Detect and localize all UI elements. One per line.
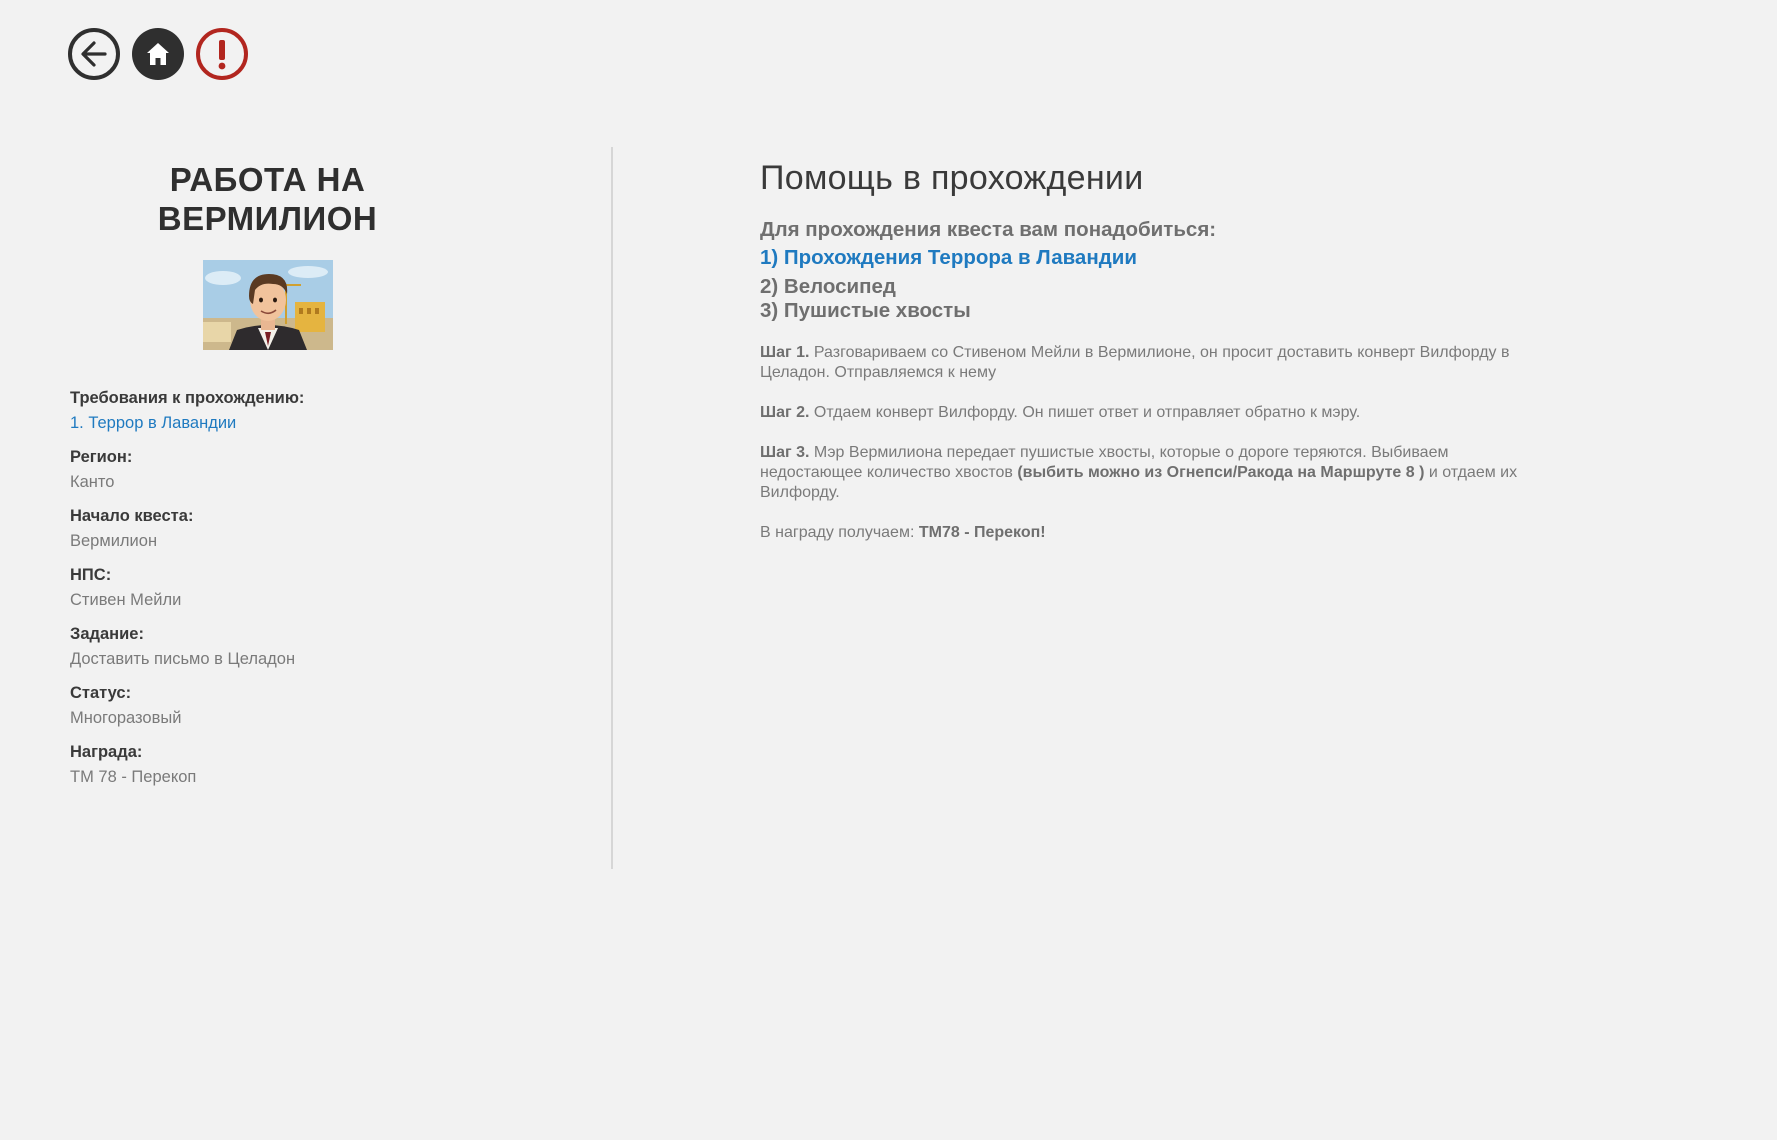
task-value: Доставить письмо в Целадон [70, 650, 296, 668]
need-item-fluffy-tails: 3) Пушистые хвосты [760, 299, 971, 322]
top-nav [68, 28, 248, 80]
step-1: Шаг 1. Разговариваем со Стивеном Мейли в… [760, 343, 1550, 383]
start-label: Начало квеста: [70, 507, 194, 525]
reward-prefix: В награду получаем: [760, 524, 919, 541]
info-requirements: Требования к прохождению: 1. Террор в Ла… [70, 386, 465, 436]
step-2: Шаг 2. Отдаем конверт Вилфорду. Он пишет… [760, 403, 1550, 423]
quest-title-line-1: РАБОТА НА [169, 161, 366, 198]
info-task: Задание: Доставить письмо в Целадон [70, 622, 465, 672]
npc-value: Стивен Мейли [70, 591, 182, 609]
status-label: Статус: [70, 684, 132, 702]
step-1-text: Разговариваем со Стивеном Мейли в Вермил… [760, 344, 1510, 381]
requirements-link[interactable]: 1. Террор в Лавандии [70, 411, 465, 436]
reward-bold: ТМ78 - Перекоп! [918, 524, 1046, 541]
step-1-label: Шаг 1. [760, 344, 810, 361]
steps-list: Шаг 1. Разговариваем со Стивеном Мейли в… [760, 343, 1560, 543]
step-3-bold-note: (выбить можно из Огнепси/Ракода на Маршр… [1017, 464, 1425, 481]
step-2-label: Шаг 2. [760, 404, 810, 421]
quest-title: РАБОТА НА ВЕРМИЛИОН [70, 160, 465, 238]
npc-label: НПС: [70, 566, 112, 584]
back-button[interactable] [68, 28, 120, 80]
step-3-label: Шаг 3. [760, 444, 810, 461]
need-item-bicycle: 2) Велосипед [760, 275, 896, 298]
quest-card: РАБОТА НА ВЕРМИЛИОН Требования к прохожд… [70, 160, 465, 799]
info-start: Начало квеста: Вермилион [70, 504, 465, 554]
home-button[interactable] [132, 28, 184, 80]
help-title: Помощь в прохождении [760, 159, 1144, 197]
quest-info: Требования к прохождению: 1. Террор в Ла… [70, 386, 465, 790]
requirements-label: Требования к прохождению: [70, 389, 305, 407]
npc-portrait-image [202, 260, 333, 350]
reward-value: ТМ 78 - Перекоп [70, 768, 197, 786]
step-3: Шаг 3. Мэр Вермилиона передает пушистые … [760, 443, 1550, 503]
exclamation-icon [218, 40, 226, 70]
reward-label: Награда: [70, 743, 143, 761]
home-icon [147, 43, 169, 65]
quest-title-line-2: ВЕРМИЛИОН [157, 200, 378, 237]
column-divider [611, 147, 613, 869]
arrow-left-icon [81, 41, 107, 67]
region-label: Регион: [70, 448, 133, 466]
reward-line: В награду получаем: ТМ78 - Перекоп! [760, 523, 1550, 543]
region-value: Канто [70, 473, 115, 491]
needs-intro: Для прохождения квеста вам понадобиться: [760, 218, 1217, 241]
info-region: Регион: Канто [70, 445, 465, 495]
walkthrough-section: Помощь в прохождении Для прохождения кве… [760, 156, 1560, 563]
info-reward: Награда: ТМ 78 - Перекоп [70, 740, 465, 790]
task-label: Задание: [70, 625, 144, 643]
start-value: Вермилион [70, 532, 158, 550]
report-error-button[interactable] [196, 28, 248, 80]
info-npc: НПС: Стивен Мейли [70, 563, 465, 613]
step-2-text: Отдаем конверт Вилфорду. Он пишет ответ … [809, 404, 1361, 421]
needs-list: 1) Прохождения Террора в Лавандии 2) Вел… [760, 246, 1560, 323]
status-value: Многоразовый [70, 709, 182, 727]
info-status: Статус: Многоразовый [70, 681, 465, 731]
need-item-prerequisite-link[interactable]: 1) Прохождения Террора в Лавандии [760, 246, 1560, 270]
